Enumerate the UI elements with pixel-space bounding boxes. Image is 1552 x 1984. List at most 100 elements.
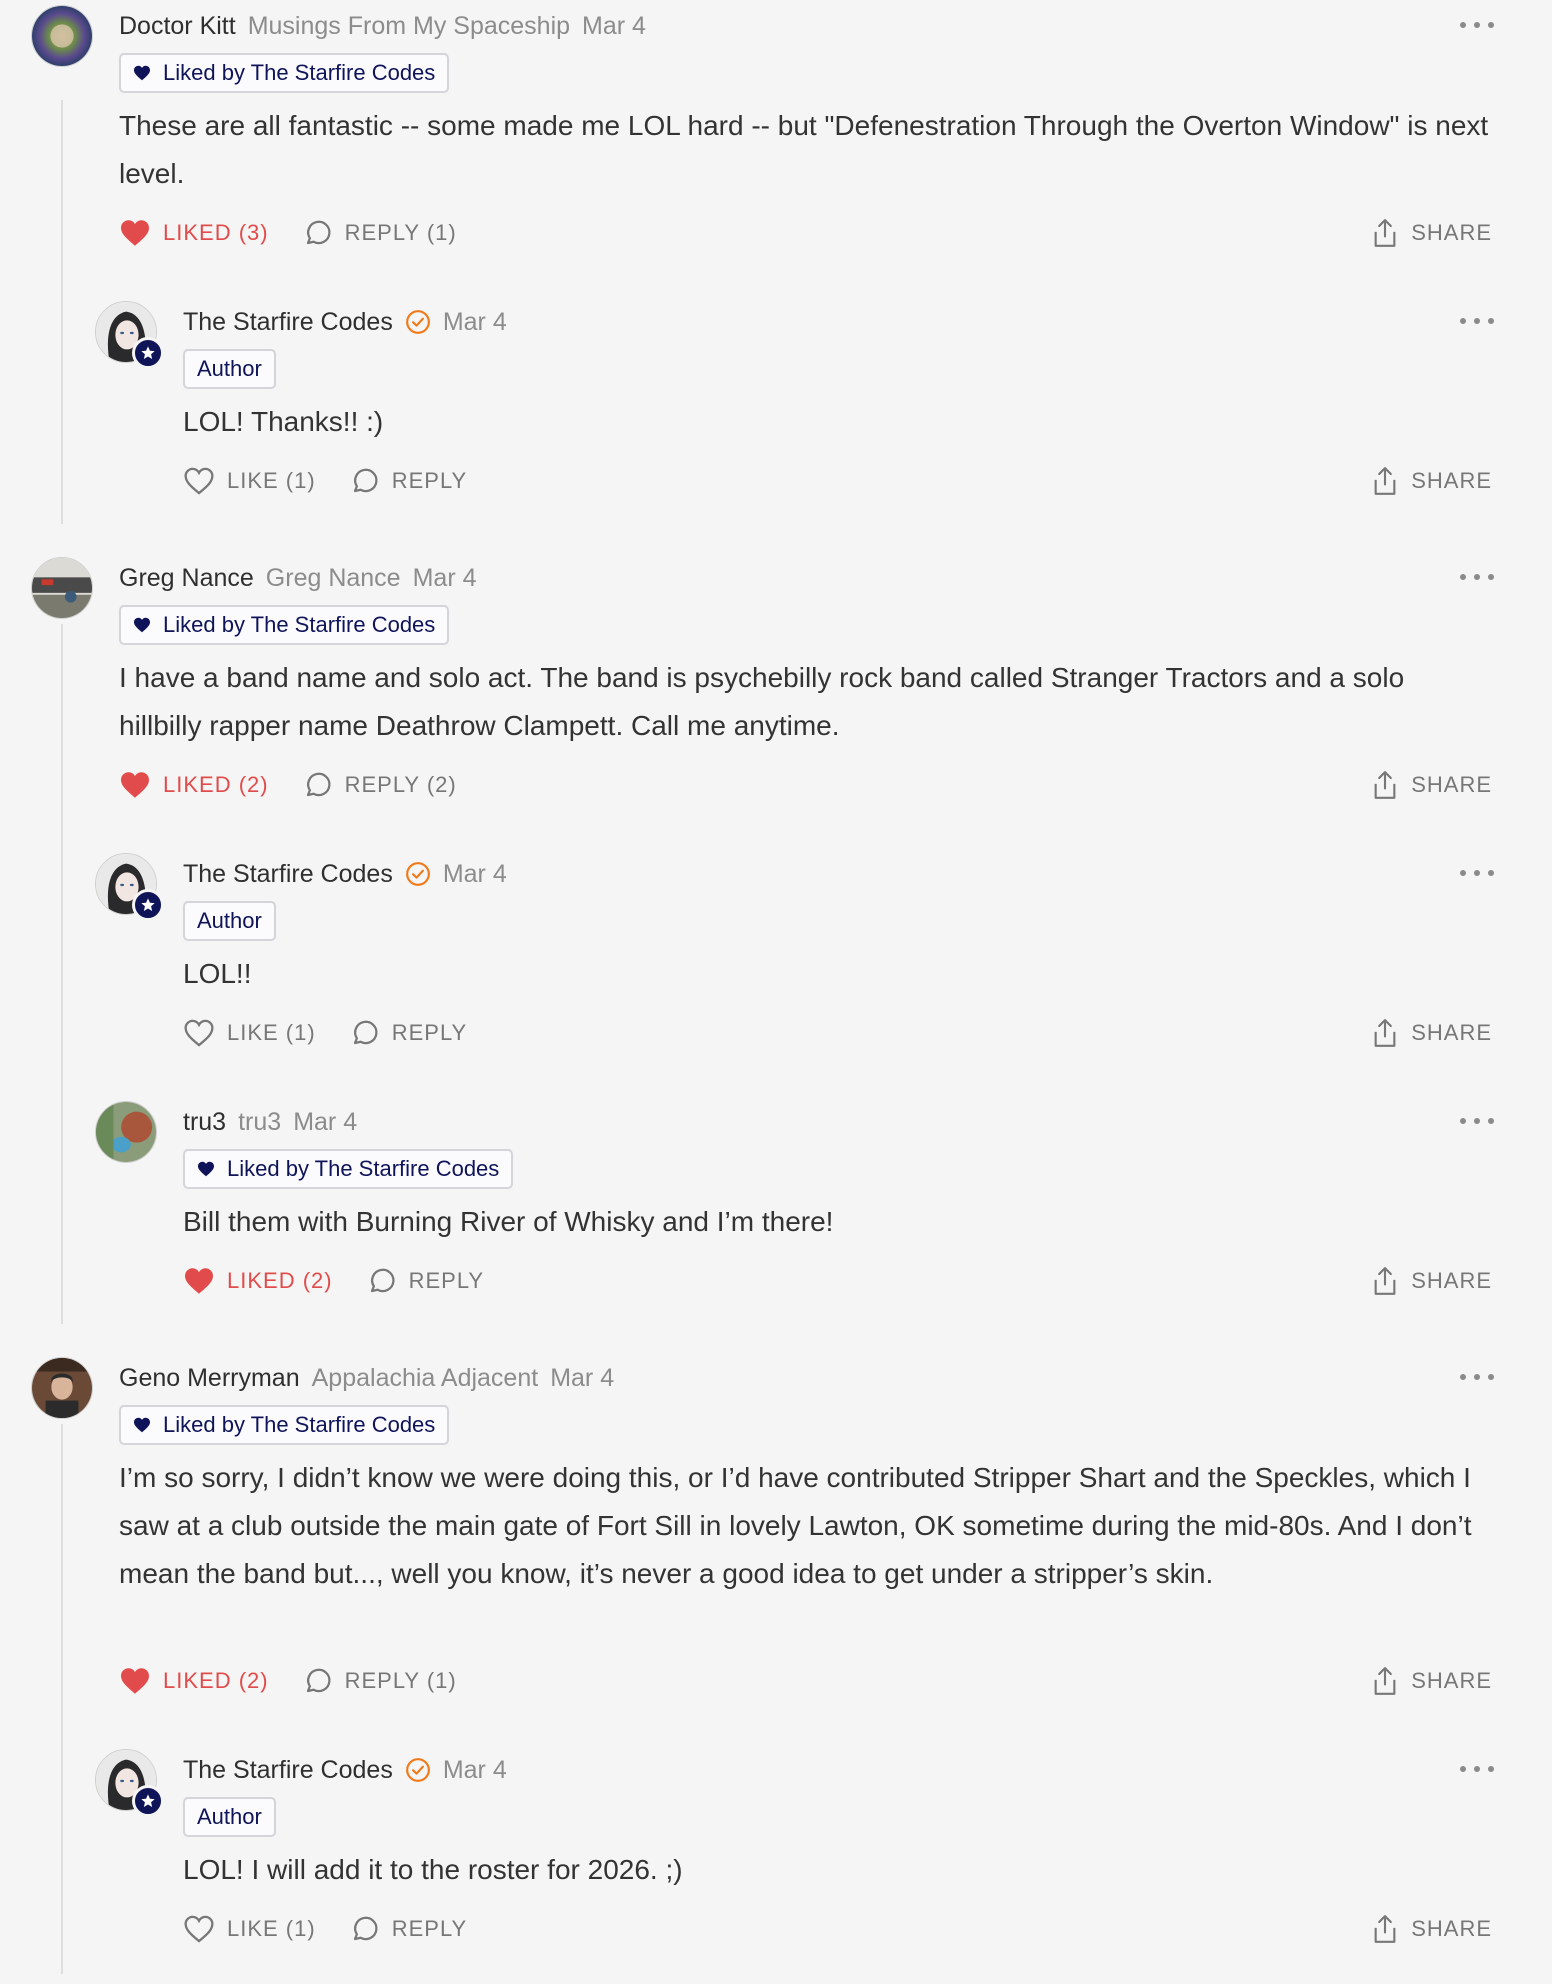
comment-header: tru3 tru3 Mar 4	[183, 1106, 357, 1138]
reply-label: REPLY	[391, 1020, 468, 1045]
like-label: LIKE (1)	[227, 1020, 316, 1045]
publication-name[interactable]: tru3	[238, 1106, 281, 1138]
comment-date[interactable]: Mar 4	[550, 1362, 614, 1394]
comment-text: I’m so sorry, I didn’t know we were doin…	[119, 1462, 1472, 1589]
comment-actions: LIKED (2) REPLY SHARE	[183, 1263, 1492, 1299]
comment-date[interactable]: Mar 4	[443, 858, 507, 890]
avatar[interactable]	[95, 1101, 157, 1163]
liked-by-text: Liked by The Starfire Codes	[163, 612, 436, 637]
more-options-button[interactable]	[1460, 311, 1494, 331]
publication-name[interactable]: Greg Nance	[266, 562, 401, 594]
comment-date[interactable]: Mar 4	[443, 306, 507, 338]
star-badge-icon	[132, 337, 164, 369]
reply-label: REPLY (1)	[344, 220, 457, 245]
publication-name[interactable]: Musings From My Spaceship	[248, 10, 570, 42]
thread-line	[61, 624, 63, 1324]
comment-date[interactable]: Mar 4	[443, 1754, 507, 1786]
more-options-button[interactable]	[1460, 567, 1494, 587]
commenter-name[interactable]: Geno Merryman	[119, 1362, 300, 1394]
commenter-name[interactable]: tru3	[183, 1106, 226, 1138]
commenter-name[interactable]: The Starfire Codes	[183, 1754, 393, 1786]
share-icon	[1374, 1667, 1396, 1695]
avatar[interactable]	[31, 1357, 93, 1419]
share-label: SHARE	[1411, 220, 1492, 245]
heart-icon	[184, 1915, 214, 1943]
reply-button[interactable]: REPLY	[350, 466, 468, 496]
verified-check-icon	[405, 1757, 431, 1783]
share-icon	[1374, 771, 1396, 799]
comment-text: LOL! Thanks!! :)	[183, 406, 384, 437]
heart-icon	[133, 1417, 151, 1433]
share-label: SHARE	[1411, 1916, 1492, 1941]
reply-bubble-icon	[370, 1268, 395, 1293]
like-label: LIKED (2)	[163, 1668, 269, 1693]
liked-by-badge: Liked by The Starfire Codes	[119, 605, 450, 645]
star-badge-icon	[132, 1785, 164, 1817]
reply-button[interactable]: REPLY	[350, 1914, 468, 1944]
liked-by-text: Liked by The Starfire Codes	[227, 1156, 500, 1181]
reply-label: REPLY	[408, 1268, 485, 1293]
share-button[interactable]: SHARE	[1371, 769, 1492, 801]
comment-date[interactable]: Mar 4	[413, 562, 477, 594]
thread-line	[61, 1424, 63, 1974]
like-button[interactable]: LIKE (1)	[183, 1019, 316, 1047]
more-options-button[interactable]	[1460, 1367, 1494, 1387]
author-label: Author	[197, 1804, 262, 1829]
like-label: LIKE (1)	[227, 468, 316, 493]
heart-icon	[121, 220, 149, 246]
reply-label: REPLY (2)	[344, 772, 457, 797]
comment-date[interactable]: Mar 4	[582, 10, 646, 42]
commenter-name[interactable]: The Starfire Codes	[183, 306, 393, 338]
reply-button[interactable]: REPLY (2)	[303, 770, 457, 800]
comment-actions: LIKED (2) REPLY (2) SHARE	[119, 767, 1492, 803]
commenter-name[interactable]: Greg Nance	[119, 562, 254, 594]
reply-button[interactable]: REPLY (1)	[303, 218, 457, 248]
more-options-button[interactable]	[1460, 1111, 1494, 1131]
like-button[interactable]: LIKED (2)	[119, 1667, 269, 1695]
reply-button[interactable]: REPLY	[350, 1018, 468, 1048]
like-button[interactable]: LIKED (3)	[119, 219, 269, 247]
publication-name[interactable]: Appalachia Adjacent	[312, 1362, 539, 1394]
reply-bubble-icon	[306, 772, 331, 797]
comment-text: LOL!!	[183, 958, 252, 989]
heart-icon	[121, 1668, 149, 1694]
more-options-button[interactable]	[1460, 15, 1494, 35]
share-button[interactable]: SHARE	[1371, 465, 1492, 497]
author-label: Author	[197, 356, 262, 381]
comment-actions: LIKE (1) REPLY SHARE	[183, 1015, 1492, 1051]
heart-icon	[184, 467, 214, 495]
share-icon	[1374, 1267, 1396, 1295]
avatar[interactable]	[31, 5, 93, 67]
heart-icon	[133, 65, 151, 81]
like-label: LIKED (3)	[163, 220, 269, 245]
comment-header: The Starfire Codes Mar 4	[183, 1754, 507, 1786]
like-button[interactable]: LIKE (1)	[183, 467, 316, 495]
like-button[interactable]: LIKE (1)	[183, 1915, 316, 1943]
heart-icon	[133, 617, 151, 633]
comment-actions: LIKED (2) REPLY (1) SHARE	[119, 1663, 1492, 1699]
share-button[interactable]: SHARE	[1371, 1265, 1492, 1297]
like-button[interactable]: LIKED (2)	[119, 771, 269, 799]
liked-by-text: Liked by The Starfire Codes	[163, 1412, 436, 1437]
share-button[interactable]: SHARE	[1371, 1913, 1492, 1945]
avatar[interactable]	[31, 557, 93, 619]
commenter-name[interactable]: The Starfire Codes	[183, 858, 393, 890]
more-options-button[interactable]	[1460, 863, 1494, 883]
like-button[interactable]: LIKED (2)	[183, 1267, 333, 1295]
share-button[interactable]: SHARE	[1371, 217, 1492, 249]
heart-icon	[185, 1268, 213, 1294]
more-options-button[interactable]	[1460, 1759, 1494, 1779]
share-button[interactable]: SHARE	[1371, 1017, 1492, 1049]
comment-header: The Starfire Codes Mar 4	[183, 306, 507, 338]
share-button[interactable]: SHARE	[1371, 1665, 1492, 1697]
reply-button[interactable]: REPLY (1)	[303, 1666, 457, 1696]
like-label: LIKED (2)	[227, 1268, 333, 1293]
comment-date[interactable]: Mar 4	[293, 1106, 357, 1138]
reply-bubble-icon	[306, 220, 331, 245]
reply-button[interactable]: REPLY	[367, 1266, 485, 1296]
reply-bubble-icon	[353, 1020, 378, 1045]
like-label: LIKED (2)	[163, 772, 269, 797]
comment-actions: LIKE (1) REPLY SHARE	[183, 1911, 1492, 1947]
commenter-name[interactable]: Doctor Kitt	[119, 10, 236, 42]
author-badge: Author	[183, 1797, 276, 1837]
